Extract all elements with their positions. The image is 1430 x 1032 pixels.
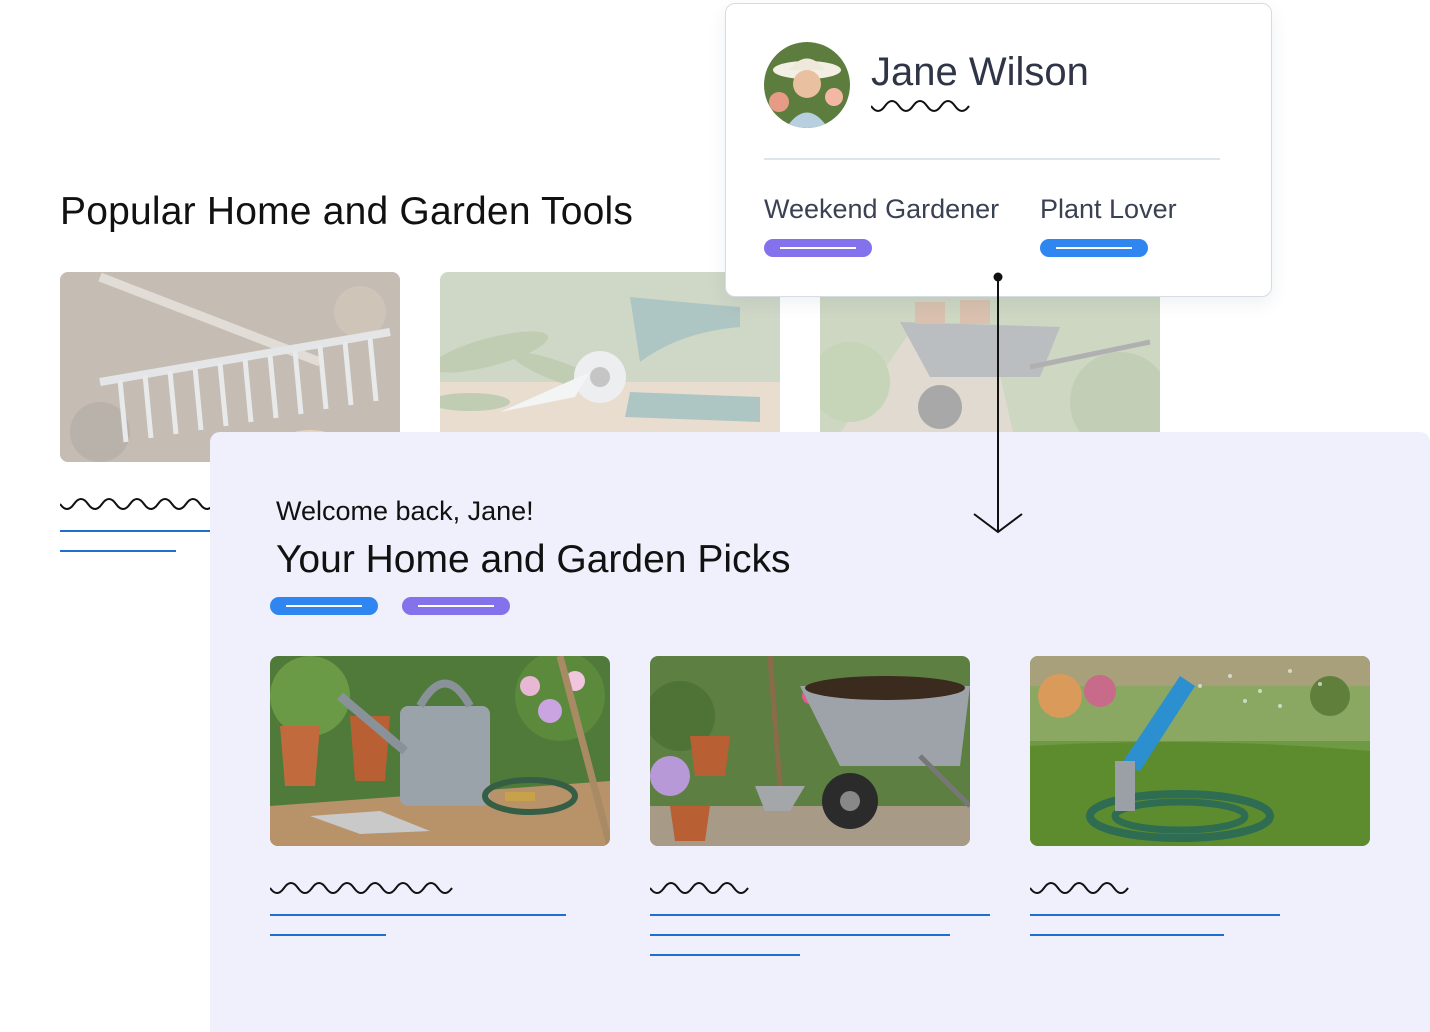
profile-subtitle-squiggle (871, 100, 970, 112)
pick-card-text-line (650, 934, 950, 936)
profile-name: Jane Wilson (871, 50, 1089, 94)
pick-card-text-line (650, 954, 800, 956)
garden-hose-sprayer-photo (1030, 656, 1370, 846)
profile-divider (764, 158, 1220, 160)
watering-can-photo (270, 656, 610, 846)
picks-title: Your Home and Garden Picks (276, 538, 791, 581)
pick-card-text-line (1030, 934, 1224, 936)
pick-card-wheelbarrow[interactable] (650, 656, 970, 846)
picks-pill-purple[interactable] (402, 597, 510, 615)
popular-card-title-squiggle (60, 498, 215, 510)
tag-label-weekend-gardener: Weekend Gardener (764, 194, 1000, 224)
gardener-portrait-photo (764, 42, 850, 128)
pick-card-text-line (650, 914, 990, 916)
wheelbarrow-soil-photo (650, 656, 970, 846)
welcome-message: Welcome back, Jane! (276, 496, 534, 526)
tag-label-plant-lover: Plant Lover (1040, 194, 1177, 224)
pick-card-text-line (1030, 914, 1280, 916)
avatar[interactable] (764, 42, 850, 128)
picks-panel: Welcome back, Jane! Your Home and Garden… (210, 432, 1430, 1032)
pick-card-garden-hose[interactable] (1030, 656, 1370, 846)
personalization-arrow (973, 272, 1023, 534)
tag-pill-weekend-gardener[interactable] (764, 239, 872, 257)
profile-card: Jane Wilson Weekend Gardener Plant Lover (725, 3, 1272, 297)
section-title-popular: Popular Home and Garden Tools (60, 190, 634, 233)
pick-card-title-squiggle (270, 882, 453, 894)
pick-card-title-squiggle (650, 882, 749, 894)
picks-pill-blue[interactable] (270, 597, 378, 615)
popular-card-text-line (60, 530, 215, 532)
tag-pill-plant-lover[interactable] (1040, 239, 1148, 257)
popular-card-text-line (60, 550, 176, 552)
pick-card-text-line (270, 934, 386, 936)
pick-card-watering-can[interactable] (270, 656, 610, 846)
pick-card-title-squiggle (1030, 882, 1129, 894)
pick-card-text-line (270, 914, 566, 916)
